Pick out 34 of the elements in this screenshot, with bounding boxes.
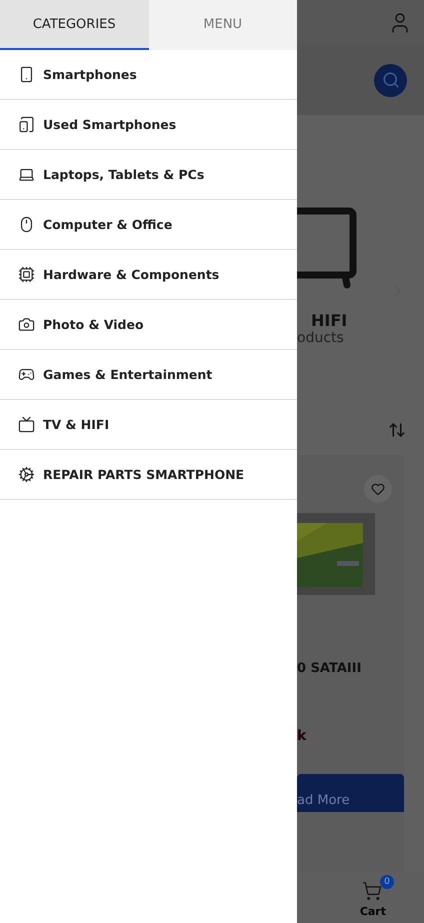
banner-title: HIFI (310, 311, 348, 330)
category-label: Games & Entertainment (43, 367, 212, 382)
read-more-button[interactable]: ad More (297, 774, 404, 812)
stock-status: k (297, 728, 308, 744)
laptop-icon (18, 166, 35, 183)
category-label: TV & HIFI (43, 417, 110, 432)
search-icon (382, 71, 400, 89)
product-title: 0 SATAIII (297, 661, 362, 676)
sort-icon[interactable] (388, 421, 406, 439)
wishlist-button[interactable] (364, 475, 392, 503)
cart-label: Cart (360, 905, 386, 918)
category-label: Laptops, Tablets & PCs (43, 167, 204, 182)
category-label: Hardware & Components (43, 267, 220, 282)
drawer-tab[interactable]: CATEGORIES (0, 0, 148, 50)
cart-count-badge: 0 (380, 875, 394, 889)
category-label: REPAIR PARTS SMARTPHONE (43, 467, 244, 482)
category-label: Smartphones (43, 67, 137, 82)
drawer-tab[interactable]: MENU (148, 0, 297, 50)
camera-icon (18, 316, 35, 333)
mouse-icon (18, 216, 35, 233)
category-label: Computer & Office (43, 217, 172, 232)
heart-icon (371, 482, 385, 496)
cart-icon[interactable] (362, 881, 382, 901)
banner-subtitle: oducts (297, 330, 345, 346)
tv-icon (297, 207, 357, 291)
smartphone-icon (18, 66, 35, 83)
gamepad-icon (18, 366, 35, 383)
chip-icon (18, 266, 35, 283)
category-label: Photo & Video (43, 317, 144, 332)
tablet-phone-icon (18, 116, 35, 133)
gear-icon (18, 466, 35, 483)
category-label: Used Smartphones (43, 117, 176, 132)
tv-icon (18, 416, 35, 433)
search-button[interactable] (374, 64, 407, 96)
